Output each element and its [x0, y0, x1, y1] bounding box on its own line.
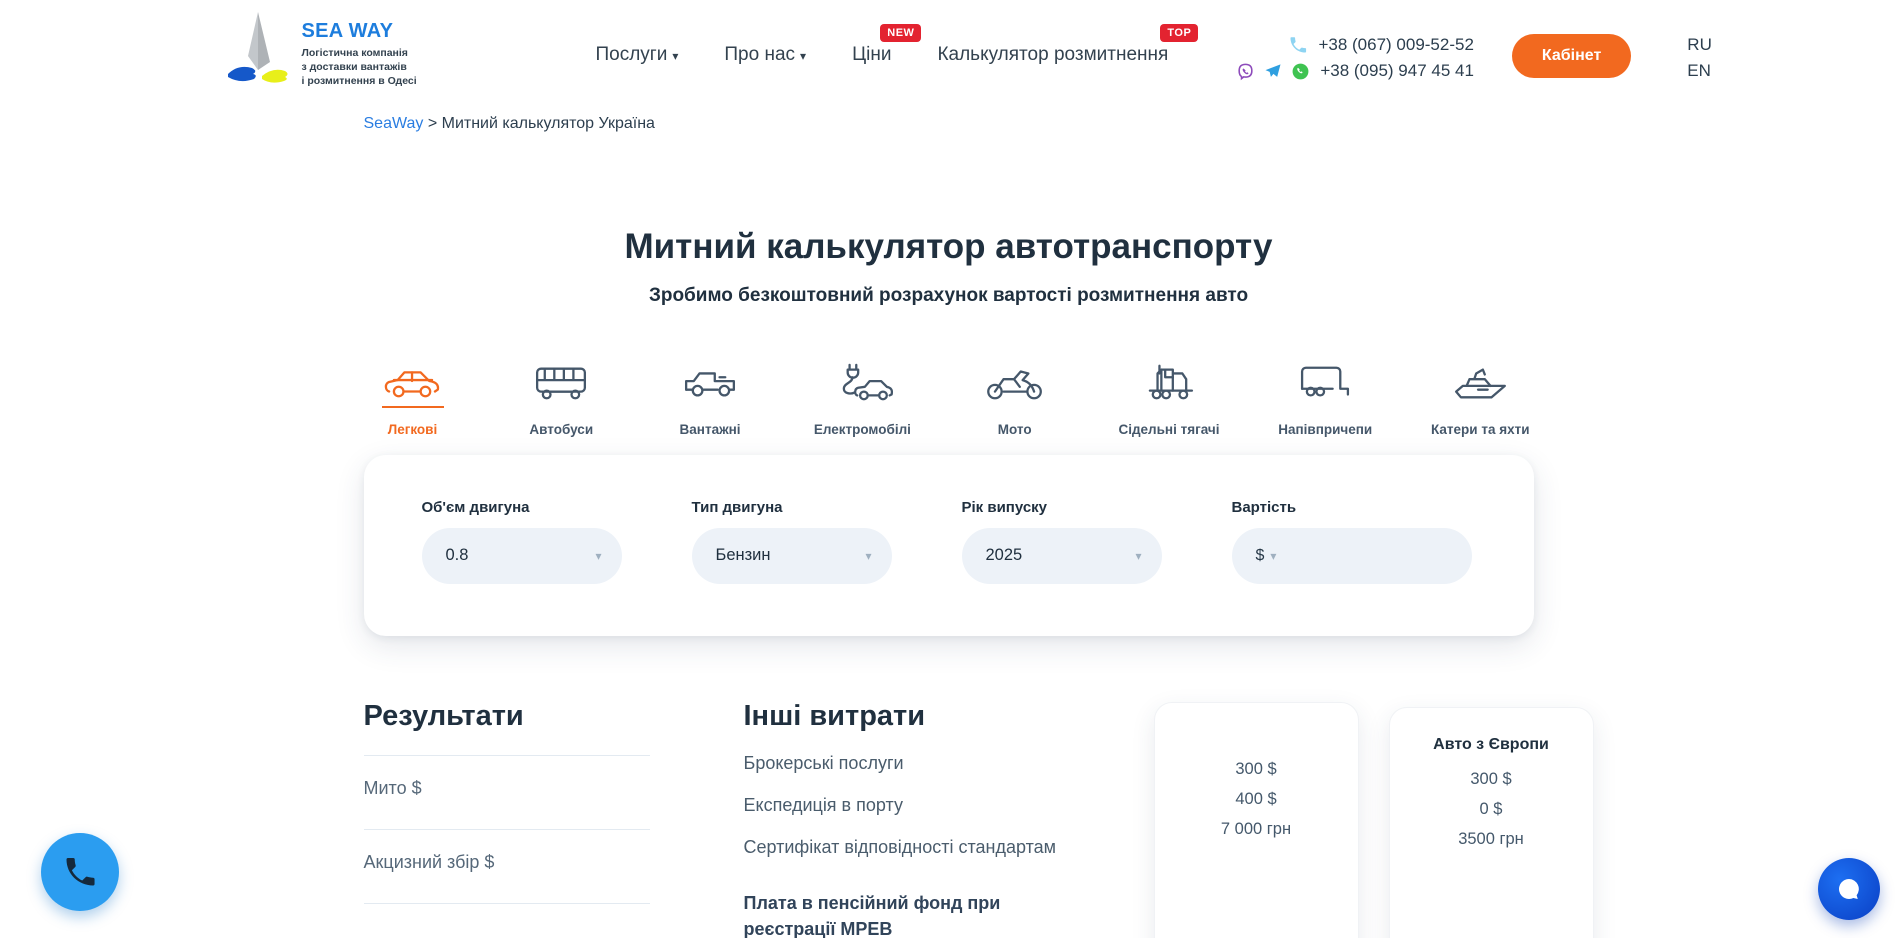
yacht-icon	[1449, 362, 1511, 408]
tab-motorcycles[interactable]: Мото	[970, 362, 1060, 437]
tab-semi-trailers[interactable]: Напівпричепи	[1278, 362, 1372, 437]
engine-volume-label: Об'єм двигуна	[422, 499, 622, 516]
cost-label: Вартість	[1232, 499, 1472, 516]
price-value: 300 $	[1406, 770, 1577, 789]
tab-trucks[interactable]: Вантажні	[665, 362, 755, 437]
duty-row: Мито $	[364, 756, 650, 829]
trailer-icon	[1294, 362, 1356, 408]
logo-tagline: Логістична компанія з доставки вантажів …	[302, 47, 417, 89]
price-value: 0 $	[1406, 800, 1577, 819]
chevron-down-icon: ▾	[1270, 549, 1276, 563]
results-title: Результати	[364, 700, 650, 733]
cabinet-button[interactable]: Кабінет	[1512, 34, 1631, 78]
language-switcher: RU EN	[1687, 32, 1712, 85]
expense-item: Брокерські послуги	[744, 752, 1084, 775]
logo[interactable]: SEA WAY Логістична компанія з доставки в…	[224, 10, 486, 89]
nav-item-about[interactable]: Про нас▾	[724, 44, 806, 66]
breadcrumb: SeaWay > Митний калькулятор Україна	[364, 115, 1534, 133]
price-value: 400 $	[1171, 790, 1342, 809]
divider	[364, 903, 650, 904]
price-value: 300 $	[1171, 760, 1342, 779]
engine-type-field: Тип двигуна Бензин ▾	[692, 499, 892, 584]
cost-field: Вартість $ ▾	[1232, 499, 1472, 584]
price-value: 3500 грн	[1406, 830, 1577, 849]
excise-row: Акцизний збір $	[364, 830, 650, 903]
currency-select[interactable]: $	[1256, 547, 1265, 565]
breadcrumb-current: Митний калькулятор Україна	[442, 115, 655, 132]
vehicle-type-tabs: Легкові Автобуси Вантажні	[364, 362, 1534, 437]
results-section: Результати Мито $ Акцизний збір $	[364, 700, 650, 938]
breadcrumb-separator: >	[423, 115, 441, 132]
calculator-form-card: Об'єм двигуна 0.8 ▾ Тип двигуна Бензин ▾…	[364, 455, 1534, 636]
expenses-price-card: 300 $ 400 $ 7 000 грн	[1154, 702, 1359, 938]
chevron-down-icon: ▾	[1135, 549, 1141, 563]
main-nav: Послуги▾ Про нас▾ Ціни NEW Калькулятор р…	[596, 44, 1169, 66]
tab-semi-trucks[interactable]: Сідельні тягачі	[1118, 362, 1219, 437]
engine-type-label: Тип двигуна	[692, 499, 892, 516]
expense-item: Експедиція в порту	[744, 794, 1084, 817]
nav-item-prices[interactable]: Ціни NEW	[852, 44, 891, 66]
page-title: Митний калькулятор автотранспорту	[364, 227, 1534, 267]
chevron-down-icon: ▾	[800, 49, 806, 63]
semi-truck-icon	[1138, 362, 1200, 408]
header-contacts: +38 (067) 009-52-52 +38 (095)	[1236, 32, 1474, 84]
top-badge: TOP	[1160, 24, 1198, 42]
europe-price-card: Авто з Європи 300 $ 0 $ 3500 грн	[1389, 707, 1594, 938]
nav-item-services[interactable]: Послуги▾	[596, 44, 679, 66]
chevron-down-icon: ▾	[672, 49, 678, 63]
telegram-icon[interactable]	[1263, 61, 1283, 81]
truck-icon	[679, 362, 741, 408]
motorcycle-icon	[984, 362, 1046, 408]
chevron-down-icon: ▾	[865, 549, 871, 563]
logo-title: SEA WAY	[302, 20, 417, 43]
callback-button[interactable]	[41, 833, 119, 911]
phone-number-2[interactable]: +38 (095) 947 45 41	[1320, 61, 1474, 81]
year-field: Рік випуску 2025 ▾	[962, 499, 1162, 584]
cost-input-wrap: $ ▾	[1232, 528, 1472, 584]
tab-electric-cars[interactable]: Електромобілі	[814, 362, 911, 437]
car-icon	[382, 362, 444, 408]
bus-icon	[530, 362, 592, 408]
year-label: Рік випуску	[962, 499, 1162, 516]
expense-item: Сертифікат відповідності стандартам	[744, 836, 1084, 859]
nav-item-customs-calculator[interactable]: Калькулятор розмитнення TOP	[937, 44, 1168, 66]
cost-input[interactable]	[1282, 546, 1453, 565]
engine-volume-field: Об'єм двигуна 0.8 ▾	[422, 499, 622, 584]
phone-icon	[62, 854, 98, 890]
other-expenses-section: Інші витрати Брокерські послуги Експедиц…	[744, 700, 1084, 938]
page-subtitle: Зробимо безкоштовний розрахунок вартості…	[364, 285, 1534, 307]
lang-en[interactable]: EN	[1687, 58, 1712, 84]
whatsapp-icon[interactable]	[1291, 62, 1310, 81]
phone-icon	[1288, 35, 1308, 55]
electric-car-icon	[831, 362, 893, 408]
tab-cars[interactable]: Легкові	[368, 362, 458, 437]
year-select[interactable]: 2025 ▾	[962, 528, 1162, 584]
engine-type-select[interactable]: Бензин ▾	[692, 528, 892, 584]
breadcrumb-home-link[interactable]: SeaWay	[364, 115, 424, 132]
europe-card-title: Авто з Європи	[1406, 736, 1577, 754]
pension-fund-item: Плата в пенсійний фонд при реєстрації МР…	[744, 890, 1084, 938]
tab-boats-yachts[interactable]: Катери та яхти	[1431, 362, 1530, 437]
price-value: 7 000 грн	[1171, 820, 1342, 839]
header: SEA WAY Логістична компанія з доставки в…	[0, 0, 1897, 89]
chat-bubble-icon	[1834, 874, 1864, 904]
chevron-down-icon: ▾	[595, 549, 601, 563]
tab-buses[interactable]: Автобуси	[516, 362, 606, 437]
new-badge: NEW	[880, 24, 921, 42]
phone-number-1[interactable]: +38 (067) 009-52-52	[1318, 35, 1473, 55]
seaway-logo-icon	[224, 10, 290, 88]
other-expenses-title: Інші витрати	[744, 700, 1084, 733]
chat-widget-button[interactable]	[1818, 858, 1880, 920]
engine-volume-select[interactable]: 0.8 ▾	[422, 528, 622, 584]
viber-icon[interactable]	[1236, 62, 1255, 81]
lang-ru[interactable]: RU	[1687, 32, 1712, 58]
